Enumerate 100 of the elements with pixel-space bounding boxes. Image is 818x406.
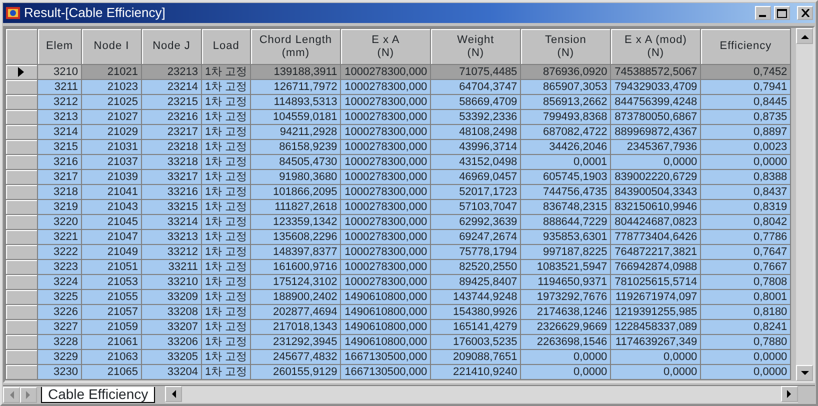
table-cell: 865907,3053 (520, 80, 611, 94)
table-cell: 1차 고정 (202, 274, 251, 290)
table-cell: 139188,3911 (250, 64, 341, 80)
table-cell: 21053 (82, 274, 142, 290)
table-cell: 744756,4735 (520, 184, 611, 200)
caret-left-icon (171, 390, 176, 398)
table-cell: 33218 (142, 154, 202, 170)
table-cell: 3215 (38, 140, 82, 154)
table-cell: 188900,2402 (250, 290, 341, 304)
table-cell: 0,8897 (700, 124, 791, 140)
table-cell: 0,8735 (700, 110, 791, 124)
table-cell: 143744,9248 (430, 290, 521, 304)
current-row-icon (18, 67, 24, 77)
table-cell: 43996,3714 (430, 140, 521, 154)
column-header[interactable]: Efficiency (700, 28, 791, 64)
table-cell: 21051 (82, 260, 142, 274)
table-cell: 0,7667 (700, 260, 791, 274)
table-cell: 3222 (38, 244, 82, 260)
table-cell: 839002220,6729 (610, 170, 701, 184)
table-cell: 21031 (82, 140, 142, 154)
table-cell: 123359,1342 (250, 214, 341, 230)
table-cell: 1차 고정 (202, 94, 251, 110)
table-cell: 175124,3102 (250, 274, 341, 290)
table-cell: 3217 (38, 170, 82, 184)
table-cell: 114893,5313 (250, 94, 341, 110)
table-cell: 1000278300,000 (340, 140, 431, 154)
table-cell: 1차 고정 (202, 364, 251, 380)
table-cell: 23215 (142, 94, 202, 110)
minimize-button[interactable] (755, 6, 771, 20)
table-cell: 3213 (38, 110, 82, 124)
caret-left-icon (9, 390, 14, 398)
table-cell: 1000278300,000 (340, 260, 431, 274)
table-cell: 0,0000 (700, 154, 791, 170)
table-cell: 1000278300,000 (340, 230, 431, 244)
table-cell: 1000278300,000 (340, 154, 431, 170)
table-cell: 2263698,1546 (520, 334, 611, 350)
table-cell: 0,0023 (700, 140, 791, 154)
table-cell: 1차 고정 (202, 230, 251, 244)
scroll-left-button[interactable] (165, 386, 182, 402)
table-cell: 1차 고정 (202, 290, 251, 304)
table-cell: 23213 (142, 64, 202, 80)
table-cell: 245677,4832 (250, 350, 341, 364)
table-cell: 21025 (82, 94, 142, 110)
table-cell: 1차 고정 (202, 140, 251, 154)
table-cell: 799493,8368 (520, 110, 611, 124)
close-button[interactable] (797, 6, 813, 20)
table-cell: 43152,0498 (430, 154, 521, 170)
column-header[interactable]: E x A (mod) (N) (610, 28, 701, 64)
maximize-button[interactable] (774, 6, 790, 20)
column-header[interactable]: E x A (N) (340, 28, 431, 64)
column-header[interactable]: Node I (82, 28, 142, 64)
column-header[interactable]: Weight (N) (430, 28, 521, 64)
table-cell: 1000278300,000 (340, 274, 431, 290)
table-cell: 21063 (82, 350, 142, 364)
table-cell: 3230 (38, 364, 82, 380)
scroll-down-button[interactable] (796, 365, 813, 381)
table-cell: 1차 고정 (202, 154, 251, 170)
scroll-up-button[interactable] (796, 28, 813, 44)
column-header[interactable]: Load (202, 28, 251, 64)
table-cell: 0,7452 (700, 64, 791, 80)
table-cell: 876936,0920 (520, 64, 611, 80)
table-cell: 3212 (38, 94, 82, 110)
table-cell: 1192671974,097 (610, 290, 701, 304)
caret-down-icon (800, 370, 808, 376)
column-header[interactable]: Node J (142, 28, 202, 64)
table-cell: 69247,2674 (430, 230, 521, 244)
column-header[interactable]: Chord Length (mm) (250, 28, 341, 64)
table-cell: 3220 (38, 214, 82, 230)
table-cell: 0,8319 (700, 200, 791, 214)
table-cell: 101866,2095 (250, 184, 341, 200)
table-cell: 3226 (38, 304, 82, 320)
column-header[interactable]: Elem (38, 28, 82, 64)
tab-scroll-left-button[interactable] (3, 386, 20, 402)
table-cell: 111827,2618 (250, 200, 341, 214)
sheet-tab[interactable]: Cable Efficiency (41, 386, 156, 402)
table-cell: 1차 고정 (202, 110, 251, 124)
table-cell: 1차 고정 (202, 170, 251, 184)
table-cell: 0,7786 (700, 230, 791, 244)
table-cell: 1차 고정 (202, 64, 251, 80)
table-cell: 82520,2550 (430, 260, 521, 274)
table-cell: 1000278300,000 (340, 110, 431, 124)
table-cell: 57103,7047 (430, 200, 521, 214)
table-cell: 217018,1343 (250, 320, 341, 334)
table-cell: 33208 (142, 304, 202, 320)
table-cell: 2174638,1246 (520, 304, 611, 320)
table-cell: 0,7880 (700, 334, 791, 350)
table-cell: 1000278300,000 (340, 214, 431, 230)
column-header[interactable]: Tension (N) (520, 28, 611, 64)
table-cell: 33215 (142, 200, 202, 214)
table-cell: 843900504,3343 (610, 184, 701, 200)
table-cell: 23214 (142, 80, 202, 94)
tab-scroll-right-button[interactable] (20, 386, 37, 402)
table-cell: 21049 (82, 244, 142, 260)
table-cell: 687082,4722 (520, 124, 611, 140)
table-cell: 2326629,9669 (520, 320, 611, 334)
table-cell: 21045 (82, 214, 142, 230)
scroll-right-button[interactable] (781, 386, 798, 402)
table-cell: 62992,3639 (430, 214, 521, 230)
table-cell: 1000278300,000 (340, 124, 431, 140)
table-cell: 0,0000 (610, 364, 701, 380)
